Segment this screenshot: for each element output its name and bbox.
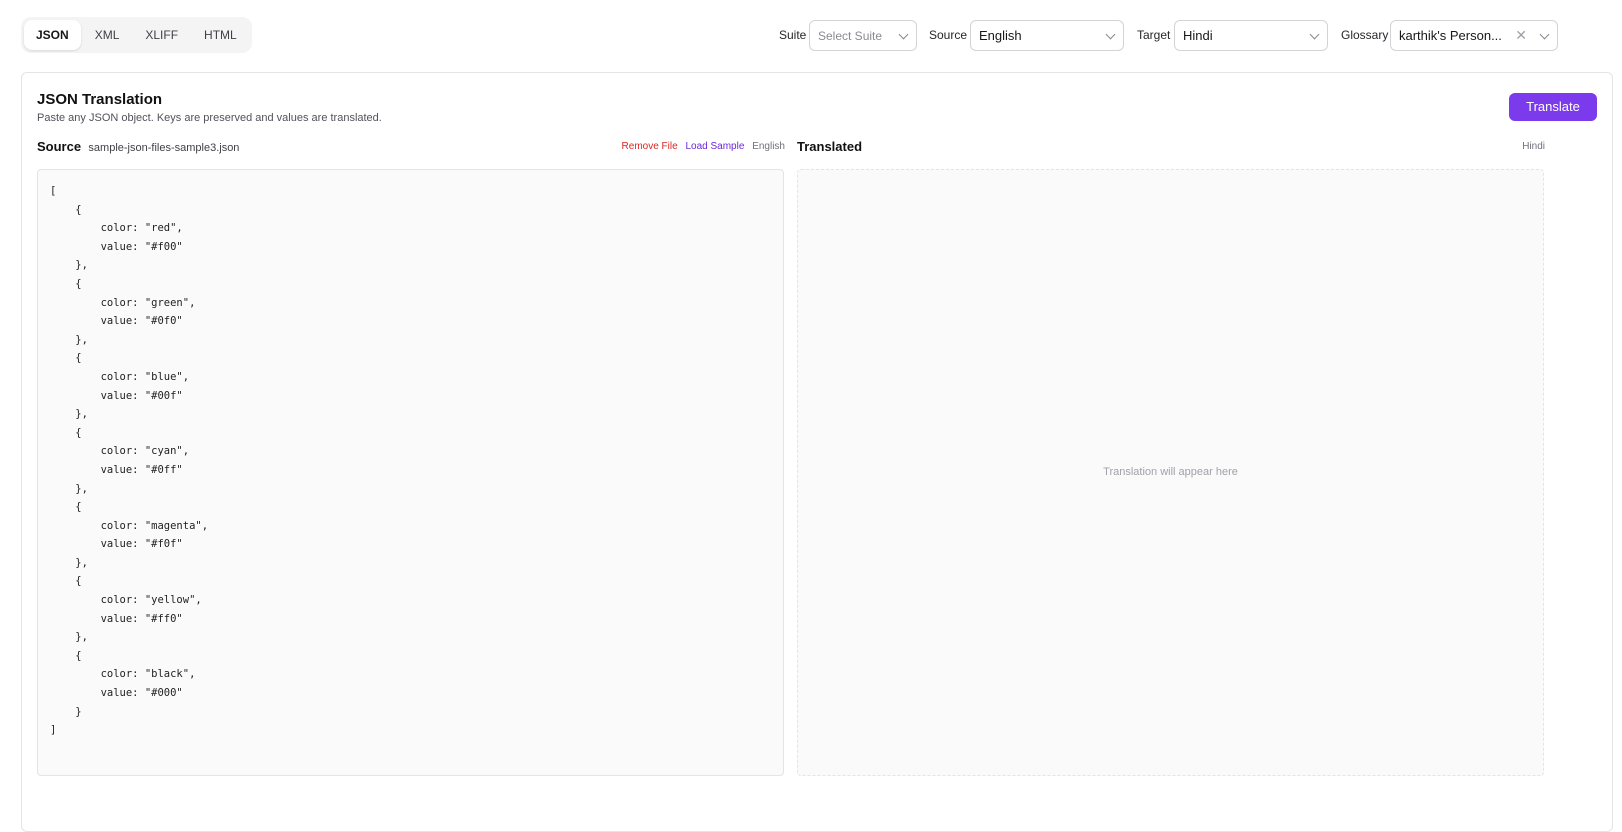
remove-file-link[interactable]: Remove File	[622, 141, 678, 152]
glossary-label: Glossary	[1341, 28, 1389, 42]
load-sample-link[interactable]: Load Sample	[685, 141, 744, 152]
source-json-editor[interactable]: [ { color: "red", value: "#f00" }, { col…	[37, 169, 784, 776]
suite-placeholder: Select Suite	[818, 29, 883, 43]
source-pane-header: Source sample-json-files-sample3.json Re…	[37, 139, 785, 155]
source-language-tag: English	[752, 141, 785, 152]
page-title: JSON Translation	[37, 91, 163, 108]
glossary-select[interactable]: karthik's Person... ✕	[1390, 20, 1558, 51]
top-bar: JSON XML XLIFF HTML Suite Select Suite S…	[0, 0, 1622, 72]
json-translation-card: JSON Translation Paste any JSON object. …	[21, 72, 1613, 832]
source-pane-actions: Remove File Load Sample English	[622, 141, 785, 152]
tab-json[interactable]: JSON	[24, 20, 81, 50]
translate-button[interactable]: Translate	[1509, 93, 1597, 121]
page-subtitle: Paste any JSON object. Keys are preserve…	[37, 112, 382, 124]
source-label: Source	[929, 28, 968, 42]
chevron-down-icon	[1539, 29, 1550, 40]
tab-xliff[interactable]: XLIFF	[133, 20, 190, 50]
suite-select[interactable]: Select Suite	[809, 20, 917, 51]
target-language-value: Hindi	[1183, 28, 1213, 43]
suite-label: Suite	[779, 28, 807, 42]
translated-output: Translation will appear here	[797, 169, 1544, 776]
source-pane-title: Source	[37, 139, 82, 154]
target-language-tag: Hindi	[1522, 141, 1545, 152]
translated-pane-title: Translated	[797, 139, 863, 154]
source-language-value: English	[979, 28, 1022, 43]
format-tabs: JSON XML XLIFF HTML	[21, 17, 252, 53]
translation-placeholder: Translation will appear here	[1103, 466, 1238, 478]
chevron-down-icon	[898, 29, 909, 40]
translated-pane-header: Translated Hindi	[797, 139, 1545, 155]
source-language-select[interactable]: English	[970, 20, 1124, 51]
chevron-down-icon	[1105, 29, 1116, 40]
source-file-name: sample-json-files-sample3.json	[88, 142, 240, 154]
glossary-value: karthik's Person...	[1399, 28, 1502, 43]
tab-html[interactable]: HTML	[192, 20, 249, 50]
target-language-select[interactable]: Hindi	[1174, 20, 1328, 51]
chevron-down-icon	[1309, 29, 1320, 40]
clear-icon[interactable]: ✕	[1515, 21, 1527, 50]
translated-pane-actions: Hindi	[1517, 141, 1545, 152]
target-label: Target	[1137, 28, 1171, 42]
tab-xml[interactable]: XML	[83, 20, 132, 50]
